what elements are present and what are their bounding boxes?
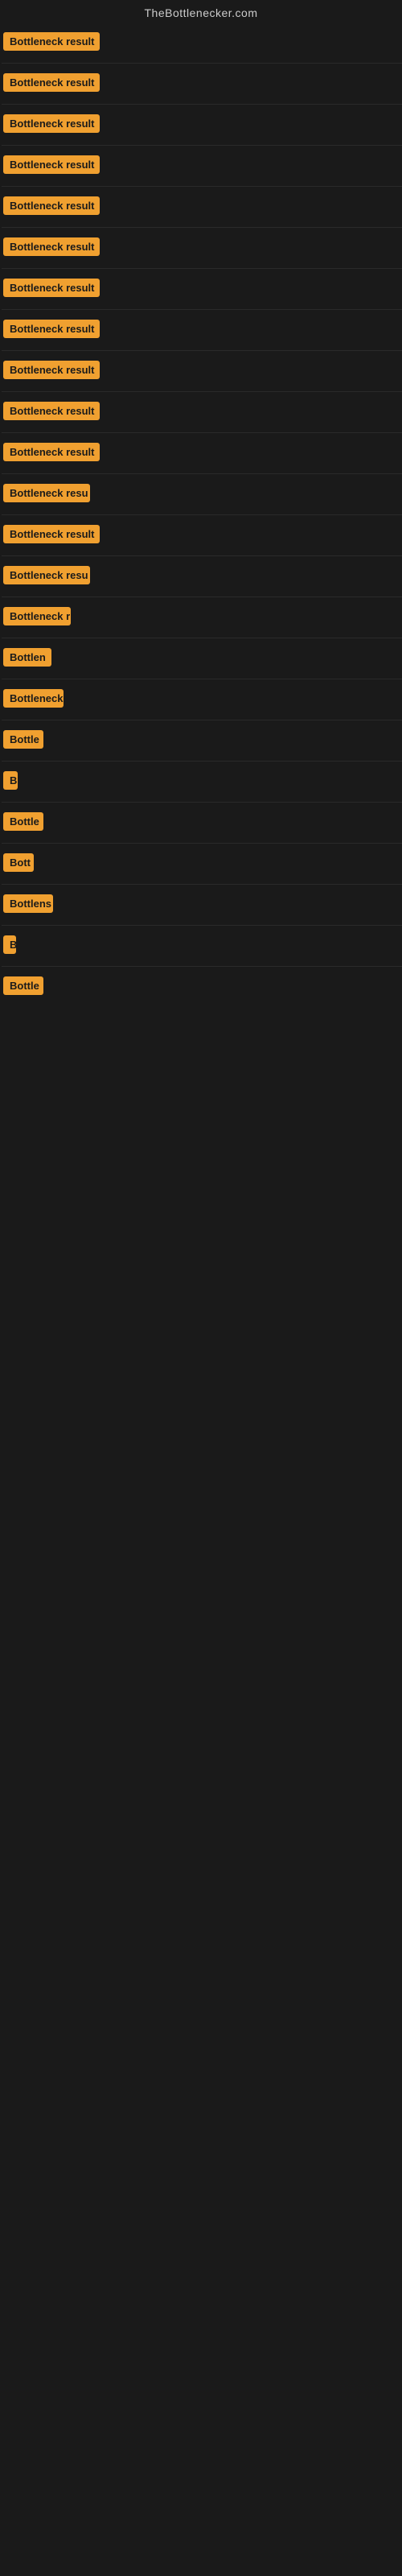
bottleneck-result-badge[interactable]: Bottlens	[3, 894, 53, 913]
list-item: Bottleneck result	[2, 228, 402, 269]
list-item: Bottleneck result	[2, 310, 402, 351]
list-item: Bottleneck r	[2, 597, 402, 638]
bottleneck-result-badge[interactable]: Bottlen	[3, 648, 51, 667]
bottleneck-result-badge[interactable]: Bottleneck result	[3, 320, 100, 338]
bottleneck-result-badge[interactable]: Bottleneck resu	[3, 566, 90, 584]
list-item: Bottleneck result	[2, 146, 402, 187]
list-item: Bottleneck result	[2, 269, 402, 310]
bottleneck-result-badge[interactable]: Bottleneck	[3, 689, 64, 708]
list-item: Bottleneck result	[2, 64, 402, 105]
bottleneck-result-badge[interactable]: Bottleneck result	[3, 443, 100, 461]
bottleneck-result-badge[interactable]: Bottleneck resu	[3, 484, 90, 502]
list-item: Bottle	[2, 720, 402, 762]
results-list: Bottleneck result Bottleneck result Bottle…	[0, 23, 402, 1007]
bottleneck-result-badge[interactable]: Bottleneck result	[3, 237, 100, 256]
list-item: B	[2, 926, 402, 967]
bottleneck-result-badge[interactable]: Bottleneck result	[3, 279, 100, 297]
list-item: Bottle	[2, 803, 402, 844]
site-header: TheBottlenecker.com	[0, 0, 402, 23]
bottleneck-result-badge[interactable]: Bottleneck result	[3, 32, 100, 51]
bottleneck-result-badge[interactable]: Bottle	[3, 976, 43, 995]
bottleneck-result-badge[interactable]: B	[3, 771, 18, 790]
list-item: Bottleneck result	[2, 187, 402, 228]
list-item: Bottleneck result	[2, 433, 402, 474]
bottleneck-result-badge[interactable]: Bottleneck result	[3, 73, 100, 92]
list-item: Bottle	[2, 967, 402, 1007]
list-item: B	[2, 762, 402, 803]
list-item: Bottleneck result	[2, 515, 402, 556]
bottleneck-result-badge[interactable]: Bottleneck result	[3, 361, 100, 379]
list-item: Bottleneck	[2, 679, 402, 720]
bottleneck-result-badge[interactable]: Bottleneck result	[3, 196, 100, 215]
list-item: Bottleneck resu	[2, 556, 402, 597]
bottleneck-result-badge[interactable]: Bott	[3, 853, 34, 872]
bottleneck-result-badge[interactable]: Bottleneck result	[3, 114, 100, 133]
list-item: Bottleneck result	[2, 105, 402, 146]
bottleneck-result-badge[interactable]: Bottleneck result	[3, 155, 100, 174]
list-item: Bottlen	[2, 638, 402, 679]
bottleneck-result-badge[interactable]: Bottleneck result	[3, 402, 100, 420]
list-item: Bottleneck resu	[2, 474, 402, 515]
list-item: Bottleneck result	[2, 23, 402, 64]
list-item: Bott	[2, 844, 402, 885]
bottleneck-result-badge[interactable]: Bottle	[3, 730, 43, 749]
bottleneck-result-badge[interactable]: Bottleneck result	[3, 525, 100, 543]
list-item: Bottlens	[2, 885, 402, 926]
bottleneck-result-badge[interactable]: B	[3, 935, 16, 954]
site-title: TheBottlenecker.com	[0, 0, 402, 23]
bottleneck-result-badge[interactable]: Bottle	[3, 812, 43, 831]
list-item: Bottleneck result	[2, 392, 402, 433]
list-item: Bottleneck result	[2, 351, 402, 392]
bottleneck-result-badge[interactable]: Bottleneck r	[3, 607, 71, 625]
